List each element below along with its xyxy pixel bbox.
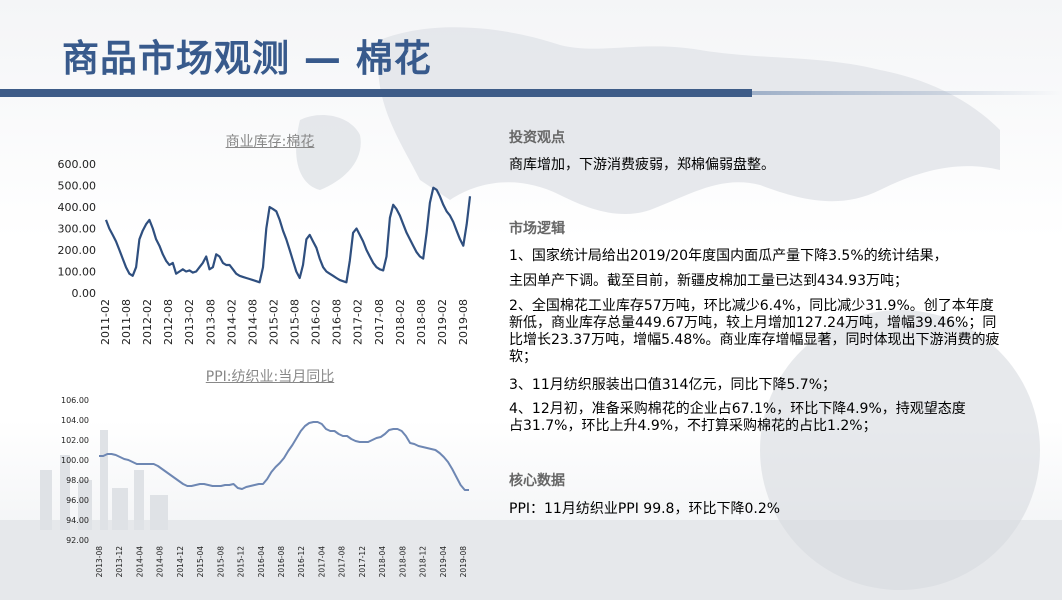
chart2-xtick-label: 2015-08 <box>216 546 225 578</box>
chart2-xtick-label: 2017-12 <box>358 546 367 578</box>
chart2-xtick-label: 2013-12 <box>115 546 124 578</box>
chart2-xtick-label: 2015-04 <box>196 546 205 578</box>
chart1-ytick-label: 100.00 <box>58 265 97 278</box>
chart2-xtick-label: 2019-08 <box>459 546 468 578</box>
chart1-xtick-label: 2019-02 <box>436 299 449 345</box>
chart2-xtick-label: 2017-08 <box>338 546 347 578</box>
chart2-title: PPI:纺织业:当月同比 <box>205 369 335 385</box>
chart1-xtick-label: 2018-08 <box>415 299 428 345</box>
title-underline-bar <box>0 89 752 97</box>
chart2-ytick-label: 92.00 <box>66 536 89 545</box>
chart2-xtick-label: 2016-04 <box>257 546 266 578</box>
chart1-ytick-label: 600.00 <box>58 158 97 171</box>
chart2-ytick-label: 98.00 <box>66 476 89 485</box>
chart1-title: 商业库存:棉花 <box>225 134 315 150</box>
chart1-xtick-label: 2015-02 <box>267 299 280 345</box>
logic-item-4: 4、12月初，准备采购棉花的企业占67.1%，环比下降4.9%，持观望态度占31… <box>509 401 966 434</box>
investment-view-text: 商库增加，下游消费疲弱，郑棉偏弱盘整。 <box>509 157 775 173</box>
core-data-text: PPI：11月纺织业PPI 99.8，环比下降0.2% <box>509 501 781 517</box>
chart2-series-line <box>99 421 469 491</box>
chart1-series-line <box>104 186 472 284</box>
chart2-xtick-label: 2014-04 <box>135 546 144 578</box>
chart1-xtick-label: 2014-02 <box>225 299 238 345</box>
chart2-xtick-label: 2016-08 <box>277 546 286 578</box>
core-data-heading: 核心数据 <box>509 473 565 489</box>
chart2-ytick-label: 94.00 <box>66 516 89 525</box>
chart1-xtick-label: 2016-02 <box>310 299 323 345</box>
chart1-xtick-label: 2018-02 <box>394 299 407 345</box>
chart1-xtick-label: 2017-02 <box>352 299 365 345</box>
chart2-xtick-label: 2014-12 <box>176 546 185 578</box>
chart2-xtick-label: 2019-04 <box>439 546 448 578</box>
chart1-xtick-label: 2017-08 <box>373 299 386 345</box>
chart1-xtick-label: 2019-08 <box>457 299 470 345</box>
investment-view-heading: 投资观点 <box>509 130 565 146</box>
chart2-xtick-label: 2013-08 <box>95 546 104 578</box>
chart2-xtick-label: 2017-04 <box>317 546 326 578</box>
chart1-xtick-label: 2011-08 <box>120 299 133 345</box>
logic-item-3: 3、11月纺织服装出口值314亿元，同比下降5.7%； <box>509 377 837 393</box>
page-title: 商品市场观测 — 棉花 <box>62 37 432 80</box>
chart2-xtick-label: 2014-08 <box>156 546 165 578</box>
chart2-xtick-label: 2016-12 <box>297 546 306 578</box>
logic-item-1: 1、国家统计局给出2019/20年度国内面瓜产量下降3.5%的统计结果， <box>509 248 948 264</box>
chart2-ytick-label: 104.00 <box>61 416 89 425</box>
chart2-ytick-label: 102.00 <box>61 436 89 445</box>
chart1-xtick-label: 2012-02 <box>141 299 154 345</box>
chart1-xtick-label: 2011-02 <box>99 299 112 345</box>
chart1-ytick-label: 300.00 <box>58 222 97 235</box>
logic-item-1b: 主因单产下调。截至目前，新疆皮棉加工量已达到434.93万吨； <box>509 273 908 289</box>
chart1-xtick-label: 2013-08 <box>204 299 217 345</box>
chart2-xtick-label: 2018-04 <box>378 546 387 578</box>
chart1-xtick-label: 2014-08 <box>246 299 259 345</box>
chart1-xtick-label: 2015-08 <box>289 299 302 345</box>
chart-ppi-textile: 106.00 104.00 102.00 100.00 98.00 96.00 94.00 9… <box>61 396 469 578</box>
chart2-xtick-label: 2018-08 <box>398 546 407 578</box>
logic-item-2: 2、全国棉花工业库存57万吨，环比减少6.4%，同比减少31.9%。创了本年度新… <box>509 298 1000 365</box>
chart2-ytick-label: 96.00 <box>66 496 89 505</box>
chart1-xtick-label: 2016-08 <box>331 299 344 345</box>
chart2-xtick-label: 2018-12 <box>419 546 428 578</box>
chart2-ytick-label: 106.00 <box>61 396 89 405</box>
market-logic-heading: 市场逻辑 <box>509 221 565 237</box>
chart2-ytick-label: 100.00 <box>61 456 89 465</box>
chart-commercial-inventory: 600.00 500.00 400.00 300.00 200.00 100.00 0.00… <box>58 158 472 345</box>
title-underline-fade <box>752 91 1062 95</box>
chart1-xtick-label: 2012-08 <box>162 299 175 345</box>
chart1-ytick-label: 400.00 <box>58 201 97 214</box>
chart1-ytick-label: 0.00 <box>72 287 97 300</box>
chart1-ytick-label: 200.00 <box>58 244 97 257</box>
chart2-xtick-label: 2015-12 <box>237 546 246 578</box>
chart1-ytick-label: 500.00 <box>58 179 97 192</box>
chart1-xtick-label: 2013-02 <box>183 299 196 345</box>
